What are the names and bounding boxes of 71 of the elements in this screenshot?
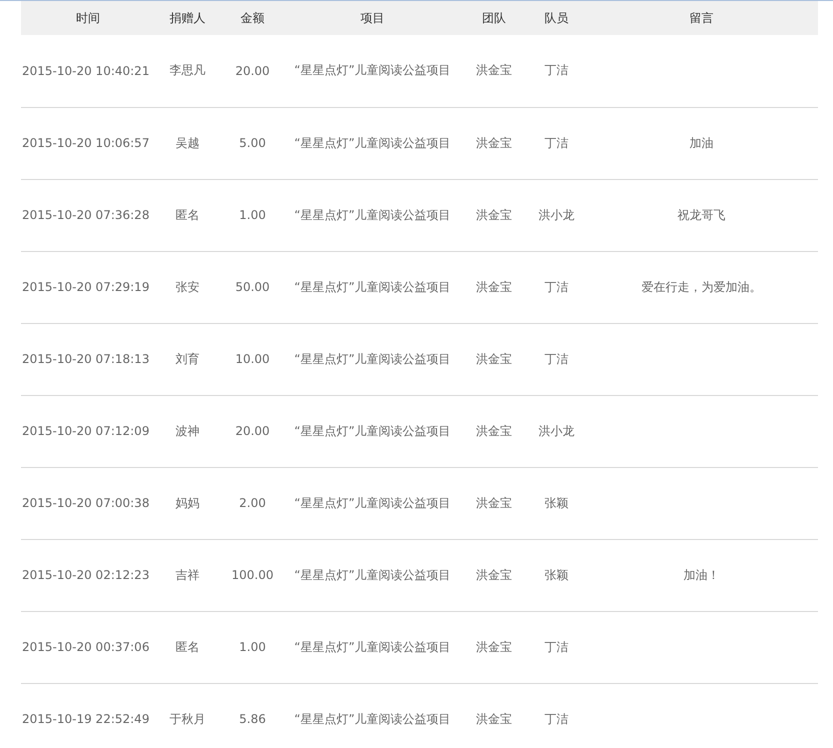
- member-cell: 洪小龙: [538, 424, 574, 438]
- message-cell: 爱在行走，为爱加油。: [642, 280, 762, 294]
- column-header: 留言: [690, 10, 714, 24]
- member-cell: 洪小龙: [538, 208, 574, 222]
- message-cell: 加油！: [684, 568, 720, 582]
- project-cell: “星星点灯”儿童阅读公益项目: [294, 136, 451, 150]
- team-cell: 洪金宝: [476, 352, 512, 366]
- project-cell: “星星点灯”儿童阅读公益项目: [294, 352, 451, 366]
- time-cell: 2015-10-20 07:29:19: [22, 280, 150, 294]
- donor-cell: 波神: [176, 424, 200, 438]
- amount-cell: 5.86: [239, 712, 266, 726]
- donor-cell: 吉祥: [176, 568, 200, 582]
- donor-cell: 李思凡: [170, 63, 206, 78]
- time-cell: 2015-10-20 10:40:21: [22, 64, 150, 78]
- message-cell: 加油: [690, 136, 714, 150]
- amount-cell: 20.00: [235, 424, 270, 438]
- project-cell: “星星点灯”儿童阅读公益项目: [294, 640, 451, 654]
- column-header: 捐赠人: [170, 10, 206, 24]
- member-cell: 丁洁: [544, 640, 568, 654]
- donor-cell: 匿名: [176, 208, 200, 222]
- project-cell: “星星点灯”儿童阅读公益项目: [294, 208, 451, 222]
- time-cell: 2015-10-19 22:52:49: [22, 712, 150, 726]
- column-header: 团队: [482, 10, 506, 24]
- team-cell: 洪金宝: [476, 136, 512, 150]
- donor-cell: 刘育: [176, 352, 200, 366]
- member-cell: 丁洁: [544, 352, 568, 366]
- amount-cell: 1.00: [239, 208, 266, 222]
- time-cell: 2015-10-20 07:18:13: [22, 352, 150, 366]
- donor-cell: 于秋月: [170, 712, 206, 726]
- donor-cell: 张安: [176, 280, 200, 294]
- project-cell: “星星点灯”儿童阅读公益项目: [294, 496, 451, 510]
- team-cell: 洪金宝: [476, 712, 512, 726]
- column-header: 项目: [360, 10, 384, 24]
- project-cell: “星星点灯”儿童阅读公益项目: [294, 280, 451, 294]
- team-cell: 洪金宝: [476, 63, 512, 78]
- member-cell: 丁洁: [544, 63, 568, 78]
- amount-cell: 100.00: [232, 568, 274, 582]
- time-cell: 2015-10-20 10:06:57: [22, 136, 150, 150]
- amount-cell: 5.00: [239, 136, 266, 150]
- amount-cell: 50.00: [235, 280, 270, 294]
- team-cell: 洪金宝: [476, 424, 512, 438]
- amount-cell: 1.00: [239, 640, 266, 654]
- member-cell: 丁洁: [544, 712, 568, 726]
- time-cell: 2015-10-20 02:12:23: [22, 568, 150, 582]
- column-header: 队员: [544, 10, 568, 24]
- project-cell: “星星点灯”儿童阅读公益项目: [294, 568, 451, 582]
- member-cell: 张颖: [544, 496, 568, 510]
- time-cell: 2015-10-20 07:36:28: [22, 208, 150, 222]
- amount-cell: 2.00: [239, 496, 266, 510]
- team-cell: 洪金宝: [476, 496, 512, 510]
- team-cell: 洪金宝: [476, 568, 512, 582]
- donor-cell: 匿名: [176, 640, 200, 654]
- amount-cell: 10.00: [235, 352, 270, 366]
- column-header: 时间: [76, 10, 100, 24]
- time-cell: 2015-10-20 07:00:38: [22, 496, 150, 510]
- column-header: 金额: [240, 10, 264, 24]
- team-cell: 洪金宝: [476, 640, 512, 654]
- donor-cell: 吴越: [176, 136, 200, 150]
- member-cell: 丁洁: [544, 280, 568, 294]
- amount-cell: 20.00: [235, 64, 270, 78]
- time-cell: 2015-10-20 00:37:06: [22, 640, 150, 654]
- time-cell: 2015-10-20 07:12:09: [22, 424, 150, 438]
- project-cell: “星星点灯”儿童阅读公益项目: [294, 712, 451, 726]
- member-cell: 丁洁: [544, 136, 568, 150]
- team-cell: 洪金宝: [476, 280, 512, 294]
- project-cell: “星星点灯”儿童阅读公益项目: [294, 424, 451, 438]
- project-cell: “星星点灯”儿童阅读公益项目: [294, 63, 451, 78]
- member-cell: 张颖: [544, 568, 568, 582]
- team-cell: 洪金宝: [476, 208, 512, 222]
- message-cell: 祝龙哥飞: [678, 208, 726, 222]
- donor-cell: 妈妈: [176, 496, 200, 510]
